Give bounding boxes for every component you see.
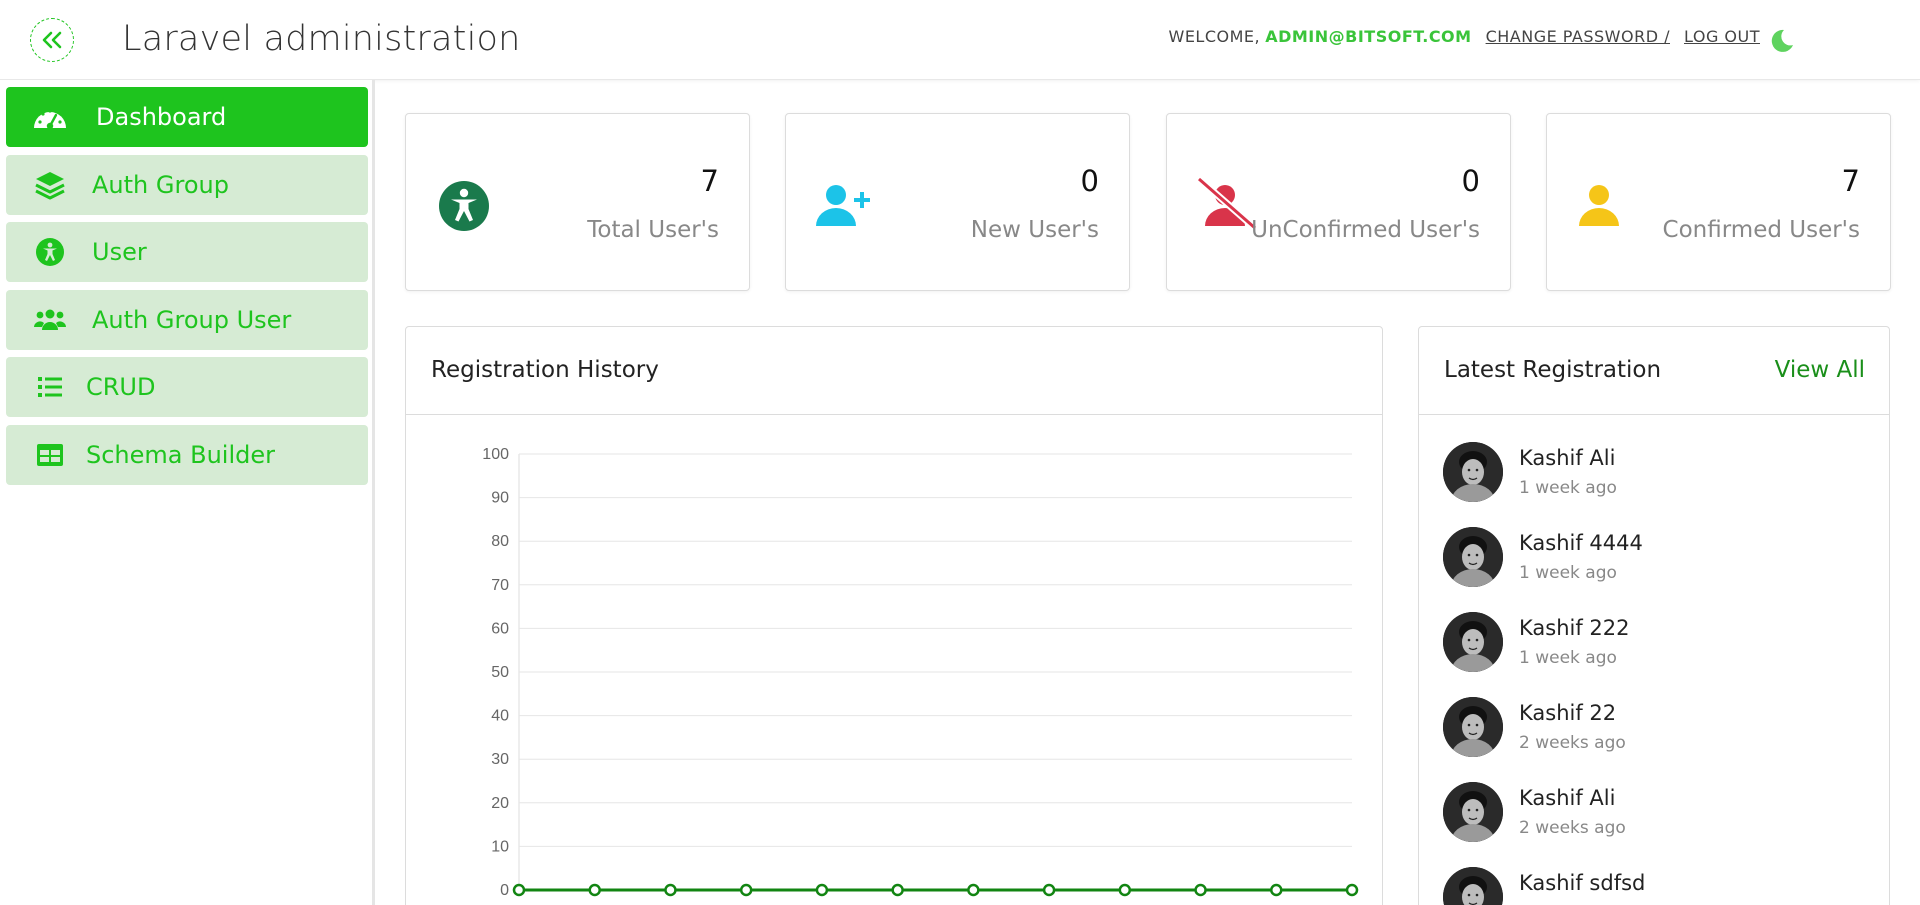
layers-icon	[30, 165, 70, 205]
stat-value: 0	[1461, 164, 1480, 198]
avatar	[1443, 612, 1503, 672]
registration-time: 1 week ago	[1519, 563, 1617, 583]
sidebar-item-auth-group-user[interactable]: Auth Group User	[6, 290, 368, 350]
list-item[interactable]: Kashif 22 2 weeks ago	[1443, 697, 1843, 759]
stat-label: Total User's	[587, 217, 719, 243]
sidebar-item-label: Auth Group	[92, 171, 229, 199]
y-tick-label: 20	[491, 795, 509, 812]
top-nav: WELCOME, ADMIN@BITSOFT.COM CHANGE PASSWO…	[1169, 27, 1761, 46]
data-point[interactable]	[588, 883, 601, 897]
sidebar-item-label: Schema Builder	[86, 441, 275, 469]
avatar	[1443, 697, 1503, 757]
list-item[interactable]: Kashif Ali 1 week ago	[1443, 442, 1843, 504]
y-tick-label: 30	[491, 751, 509, 768]
stat-card-new-users: 0 New User's	[785, 113, 1130, 291]
y-tick-label: 70	[491, 577, 509, 594]
registration-history-chart: 0 10 20 30 40 50 60 70 80 90 100	[482, 446, 1359, 899]
sidebar-item-label: CRUD	[86, 373, 156, 401]
y-tick-label: 100	[482, 446, 509, 463]
y-tick-label: 80	[491, 533, 509, 550]
y-tick-label: 40	[491, 708, 509, 725]
registration-time: 1 week ago	[1519, 648, 1617, 668]
panel-header: Latest Registration View All	[1419, 327, 1889, 415]
double-chevron-left-icon	[42, 31, 62, 49]
registration-name: Kashif 4444	[1519, 531, 1643, 555]
y-tick-label: 90	[491, 490, 509, 507]
registration-history-panel: Registration History 0 10 20 30 40 50 60 70 80 90…	[405, 326, 1383, 905]
view-all-link[interactable]: View All	[1775, 357, 1865, 383]
welcome-text: WELCOME,	[1168, 27, 1261, 46]
accessibility-icon	[439, 181, 489, 231]
dashboard-gauge-icon	[30, 97, 70, 137]
y-tick-label: 0	[500, 882, 509, 899]
stat-label: Confirmed User's	[1662, 217, 1860, 243]
sidebar-item-schema-builder[interactable]: Schema Builder	[6, 425, 368, 485]
data-point[interactable]	[1345, 883, 1359, 897]
users-icon	[30, 300, 70, 340]
y-tick-label: 10	[491, 838, 509, 855]
sidebar-toggle-button[interactable]	[30, 18, 74, 62]
sidebar-item-label: User	[92, 238, 147, 266]
user-plus-icon	[816, 185, 870, 226]
change-password-link[interactable]: CHANGE PASSWORD /	[1486, 27, 1670, 46]
logout-link[interactable]: LOG OUT	[1684, 27, 1760, 46]
registration-name: Kashif 222	[1519, 616, 1630, 640]
data-point[interactable]	[664, 883, 677, 897]
user-email: ADMIN@BITSOFT.COM	[1265, 27, 1472, 46]
stat-value: 7	[1841, 164, 1860, 198]
stat-card-unconfirmed-users: 0 UnConfirmed User's	[1166, 113, 1511, 291]
table-icon	[30, 435, 70, 475]
stat-label: UnConfirmed User's	[1251, 217, 1480, 243]
panel-title: Registration History	[431, 357, 659, 383]
avatar	[1443, 867, 1503, 905]
avatar	[1443, 442, 1503, 502]
data-point[interactable]	[1270, 883, 1283, 897]
data-point[interactable]	[967, 883, 980, 897]
stat-value: 0	[1080, 164, 1099, 198]
data-point[interactable]	[815, 883, 829, 897]
avatar	[1443, 527, 1503, 587]
registration-name: Kashif 22	[1519, 701, 1617, 725]
sidebar-item-dashboard[interactable]: Dashboard	[6, 87, 368, 147]
sidebar-item-label: Auth Group User	[92, 306, 292, 334]
list-icon	[30, 367, 70, 407]
data-point[interactable]	[1194, 883, 1207, 897]
stat-value: 7	[700, 164, 719, 198]
data-point[interactable]	[512, 883, 526, 897]
sidebar-item-user[interactable]: User	[6, 222, 368, 282]
sidebar: Dashboard Auth Group User Auth Group Use…	[0, 80, 375, 905]
list-item[interactable]: Kashif 222 1 week ago	[1443, 612, 1843, 674]
list-item[interactable]: Kashif 4444 1 week ago	[1443, 527, 1843, 589]
registration-name: Kashif Ali	[1519, 446, 1616, 470]
user-icon	[1579, 185, 1619, 226]
y-tick-label: 50	[491, 664, 509, 681]
list-item[interactable]: Kashif sdfsd	[1443, 867, 1843, 905]
list-item[interactable]: Kashif Ali 2 weeks ago	[1443, 782, 1843, 844]
moon-icon[interactable]	[1769, 27, 1795, 53]
registration-name: Kashif Ali	[1519, 786, 1616, 810]
sidebar-item-auth-group[interactable]: Auth Group	[6, 155, 368, 215]
app-title: Laravel administration	[122, 19, 521, 59]
data-point[interactable]	[1118, 883, 1132, 897]
y-tick-label: 60	[491, 620, 509, 637]
data-point[interactable]	[739, 883, 753, 897]
data-point[interactable]	[1042, 883, 1056, 897]
top-header: Laravel administration WELCOME, ADMIN@BI…	[0, 0, 1920, 80]
stat-card-confirmed-users: 7 Confirmed User's	[1546, 113, 1891, 291]
latest-registration-panel: Latest Registration View All Kashif Ali 1…	[1418, 326, 1890, 905]
avatar	[1443, 782, 1503, 842]
stat-card-total-users: 7 Total User's	[405, 113, 750, 291]
accessibility-icon	[30, 232, 70, 272]
registration-time: 2 weeks ago	[1519, 733, 1626, 753]
registration-name: Kashif sdfsd	[1519, 871, 1646, 895]
panel-title: Latest Registration	[1444, 357, 1662, 383]
panel-header: Registration History	[406, 327, 1382, 415]
sidebar-item-crud[interactable]: CRUD	[6, 357, 368, 417]
registration-time: 1 week ago	[1519, 478, 1617, 498]
stat-label: New User's	[970, 217, 1099, 243]
sidebar-item-label: Dashboard	[96, 103, 227, 131]
data-point[interactable]	[891, 883, 904, 897]
registration-time: 2 weeks ago	[1519, 818, 1626, 838]
user-slash-icon	[1197, 176, 1257, 231]
